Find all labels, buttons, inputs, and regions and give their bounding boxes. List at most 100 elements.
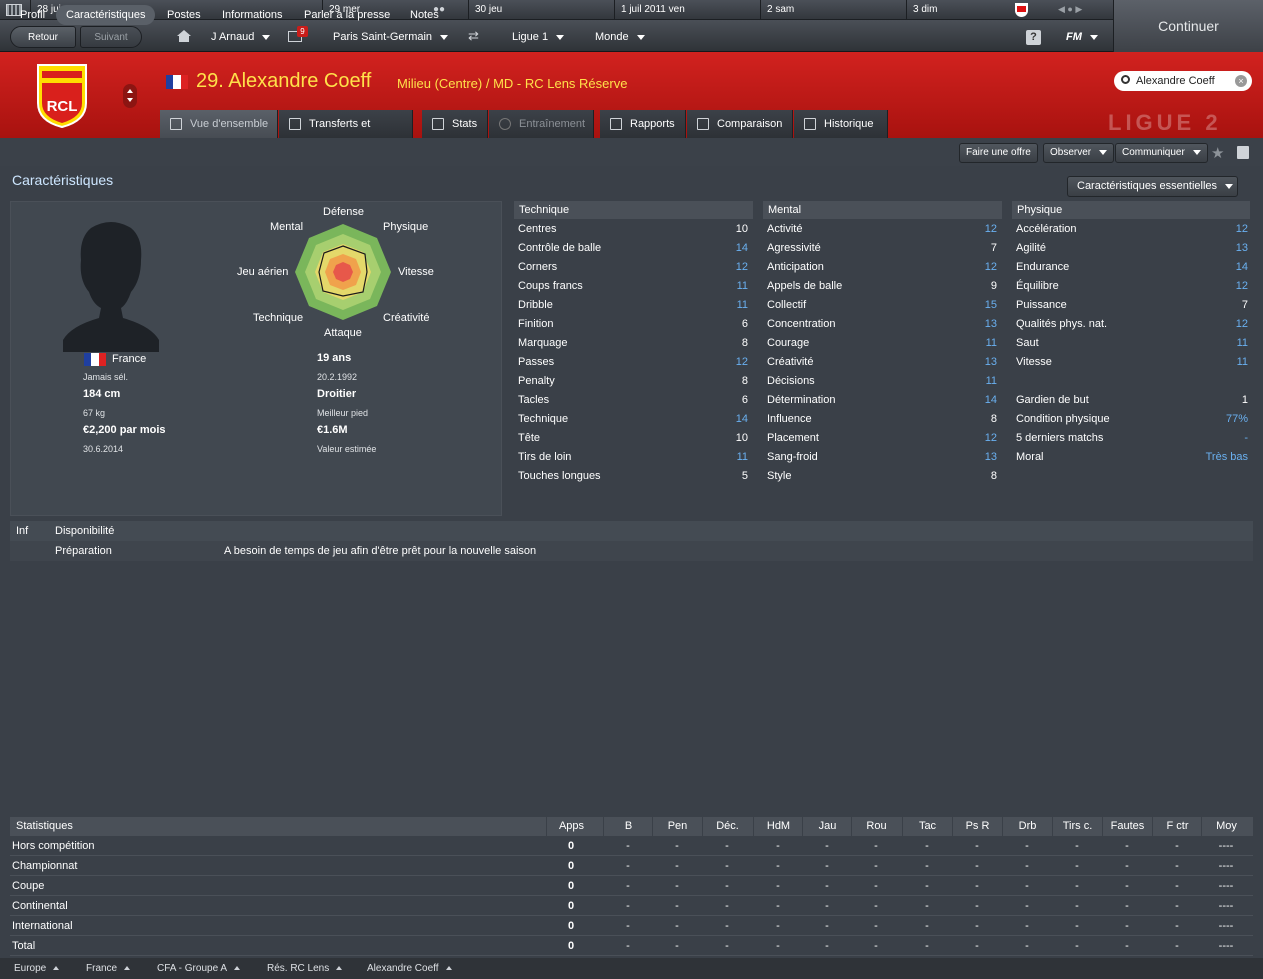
world-menu[interactable]: Monde bbox=[595, 26, 645, 48]
stats-cell: - bbox=[975, 840, 979, 852]
stats-cell: - bbox=[925, 880, 929, 892]
stats-column-header[interactable]: HdM bbox=[753, 817, 803, 836]
attribute-value: 11 bbox=[1236, 337, 1248, 349]
tab-transfers[interactable]: Transferts et contrats bbox=[279, 110, 413, 158]
stats-column-header[interactable]: Drb bbox=[1002, 817, 1052, 836]
stats-column-header[interactable]: Moy bbox=[1201, 817, 1251, 836]
search-input[interactable]: Alexandre Coeff bbox=[1114, 71, 1252, 91]
day-1[interactable]: 1 juil 2011 ven bbox=[614, 0, 760, 20]
stats-row: Continental 0- - - - - - - - - - - - ---- bbox=[10, 896, 1253, 916]
star-icon[interactable]: ★ bbox=[1211, 144, 1224, 162]
stats-row: Hors compétition 0- - - - - - - - - - - - ---- bbox=[10, 836, 1253, 856]
attribute-row: 5 derniers matchs - bbox=[1016, 429, 1248, 448]
breadcrumb-player[interactable]: Alexandre Coeff bbox=[367, 958, 452, 979]
stats-column-header[interactable]: Apps bbox=[546, 817, 596, 836]
home-icon[interactable] bbox=[177, 30, 191, 42]
attribute-value: 6 bbox=[741, 394, 748, 406]
subnav-press[interactable]: Parler à la presse bbox=[304, 5, 390, 25]
attribute-row: Dribble 11 bbox=[518, 296, 748, 315]
stats-column-header[interactable]: Jau bbox=[802, 817, 852, 836]
day-3[interactable]: 3 dim bbox=[906, 0, 1052, 20]
tab-comparison[interactable]: Comparaison bbox=[687, 110, 793, 138]
stats-cell: - bbox=[675, 920, 679, 932]
attribute-row: Équilibre 12 bbox=[1016, 277, 1248, 296]
nationality: France bbox=[112, 353, 147, 365]
stats-cell: - bbox=[1025, 900, 1029, 912]
club-menu[interactable]: Paris Saint-Germain bbox=[333, 26, 448, 48]
stats-column-header[interactable]: Ps R bbox=[952, 817, 1002, 836]
stats-cell: - bbox=[1175, 920, 1179, 932]
svg-text:RCL: RCL bbox=[47, 98, 78, 115]
stats-column-header[interactable]: Rou bbox=[851, 817, 901, 836]
player-name: 29. Alexandre Coeff bbox=[196, 70, 372, 92]
make-offer-button[interactable]: Faire une offre bbox=[959, 143, 1038, 163]
fm-menu[interactable]: FM bbox=[1066, 26, 1098, 48]
day-30[interactable]: 30 jeu bbox=[468, 0, 614, 20]
training-icon bbox=[499, 118, 511, 130]
league-watermark: LIGUE 2 bbox=[1108, 110, 1222, 135]
breadcrumb-europe[interactable]: Europe bbox=[14, 958, 59, 979]
breadcrumb-division[interactable]: CFA - Groupe A bbox=[157, 958, 240, 979]
tab-history[interactable]: Historique bbox=[794, 110, 888, 138]
stats-column-header[interactable]: Tac bbox=[902, 817, 952, 836]
stats-cell: - bbox=[776, 940, 780, 952]
subnav-positions[interactable]: Postes bbox=[167, 5, 201, 25]
watch-button[interactable]: Observer bbox=[1043, 143, 1115, 163]
stats-row-label: Total bbox=[12, 940, 36, 952]
attribute-label: Détermination bbox=[767, 394, 836, 406]
day-2[interactable]: 2 sam bbox=[760, 0, 906, 20]
stats-column-header[interactable]: B bbox=[603, 817, 653, 836]
attribute-value: 12 bbox=[735, 356, 748, 368]
tab-stats[interactable]: Stats bbox=[422, 110, 488, 138]
attribute-row: Qualités phys. nat. 12 bbox=[1016, 315, 1248, 334]
attribute-value: 12 bbox=[735, 261, 748, 273]
attribute-value: 7 bbox=[1241, 299, 1248, 311]
player-scroll-arrows[interactable] bbox=[123, 84, 137, 108]
stats-cell: - bbox=[725, 880, 729, 892]
stats-column-header[interactable]: Pen bbox=[652, 817, 702, 836]
subnav-attributes[interactable]: Caractéristiques bbox=[56, 5, 156, 25]
help-icon[interactable]: ? bbox=[1026, 30, 1041, 45]
attribute-label: Coups francs bbox=[518, 280, 583, 292]
match-shield-icon bbox=[1015, 3, 1028, 17]
breadcrumb-club[interactable]: Rés. RC Lens bbox=[267, 958, 342, 979]
attribute-row: Touches longues 5 bbox=[518, 467, 748, 486]
availability-row: Préparation A besoin de temps de jeu afi… bbox=[10, 541, 1253, 561]
attribute-value: 8 bbox=[741, 337, 748, 349]
attribute-value: 12 bbox=[984, 432, 997, 444]
calendar-nav-icon[interactable]: ◀ ● ▶ bbox=[1058, 4, 1082, 15]
stats-column-header[interactable]: Déc. bbox=[702, 817, 752, 836]
attribute-value: 12 bbox=[984, 223, 997, 235]
attributes-view-select[interactable]: Caractéristiques essentielles bbox=[1067, 176, 1238, 197]
attribute-row: Style 8 bbox=[767, 467, 997, 486]
stats-column-header[interactable]: Tirs c. bbox=[1052, 817, 1102, 836]
attribute-value: Très bas bbox=[1205, 451, 1248, 463]
forward-button[interactable]: Suivant bbox=[80, 26, 142, 48]
stats-cell: - bbox=[1125, 900, 1129, 912]
league-menu[interactable]: Ligue 1 bbox=[512, 26, 564, 48]
attribute-row: Corners 12 bbox=[518, 258, 748, 277]
continue-button[interactable]: Continuer bbox=[1113, 0, 1263, 52]
tab-reports[interactable]: Rapports bbox=[600, 110, 686, 138]
stats-column-header[interactable]: Fautes bbox=[1102, 817, 1152, 836]
swap-icon[interactable]: ⇄ bbox=[468, 28, 479, 44]
attribute-label: Placement bbox=[767, 432, 819, 444]
tab-overview[interactable]: Vue d'ensemble bbox=[160, 110, 278, 138]
stats-cell: - bbox=[1175, 880, 1179, 892]
stats-title: Statistiques bbox=[16, 820, 73, 832]
subnav-information[interactable]: Informations bbox=[222, 5, 283, 25]
breadcrumb-france[interactable]: France bbox=[86, 958, 130, 979]
subnav-notes[interactable]: Notes bbox=[410, 5, 439, 25]
weight: 67 kg bbox=[83, 408, 106, 418]
tab-training[interactable]: Entraînement bbox=[489, 110, 594, 138]
stats-column-header[interactable]: F ctr bbox=[1152, 817, 1202, 836]
stats-cell: - bbox=[725, 920, 729, 932]
notes-icon[interactable] bbox=[1237, 146, 1249, 159]
stats-cell: - bbox=[1125, 940, 1129, 952]
communicate-button[interactable]: Communiquer bbox=[1115, 143, 1208, 163]
subnav-profile[interactable]: Profil bbox=[20, 5, 45, 25]
attribute-row: Passes 12 bbox=[518, 353, 748, 372]
clear-search-icon[interactable]: × bbox=[1235, 75, 1247, 87]
back-button[interactable]: Retour bbox=[10, 26, 76, 48]
manager-menu[interactable]: J Arnaud bbox=[211, 26, 270, 48]
